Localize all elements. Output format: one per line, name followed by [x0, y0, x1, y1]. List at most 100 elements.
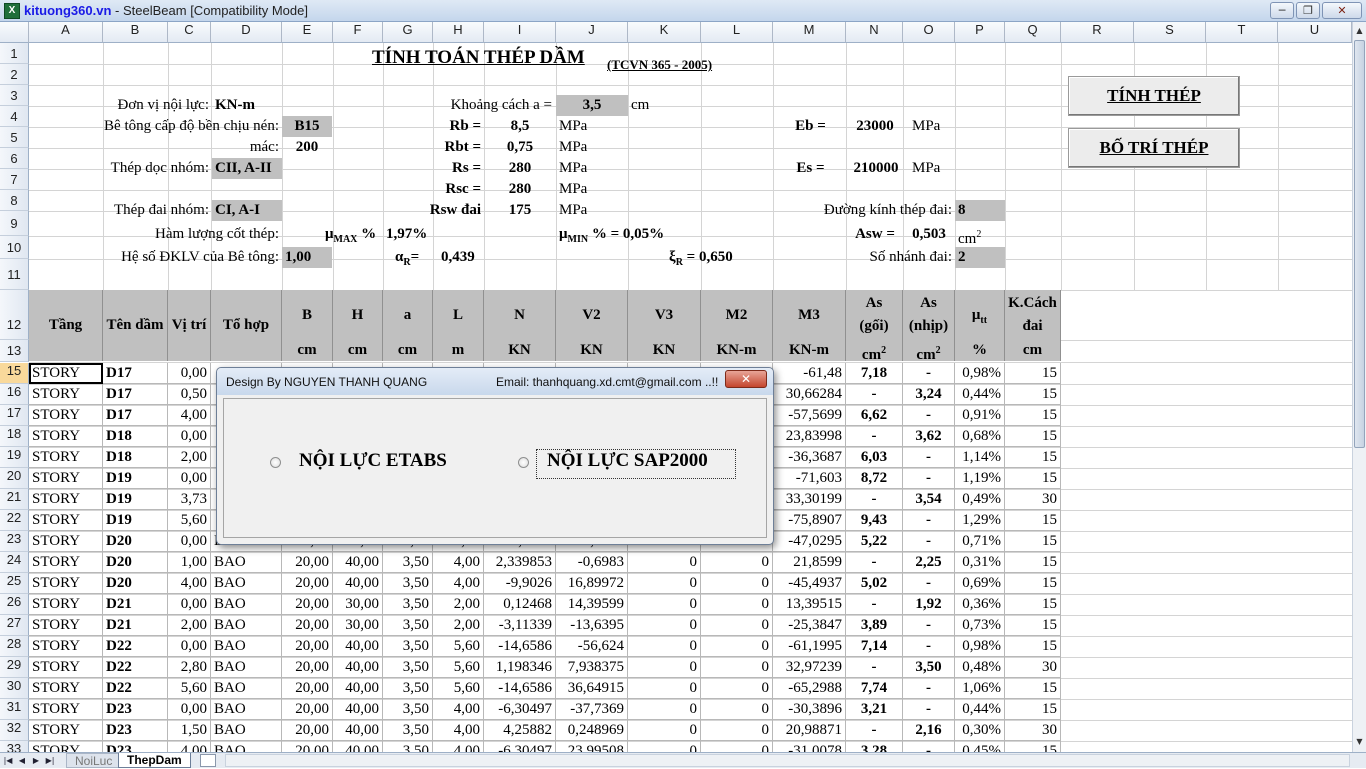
- table-cell-tang[interactable]: STORY: [29, 405, 103, 426]
- table-cell-asn[interactable]: -: [903, 615, 955, 636]
- row-header[interactable]: 8: [0, 190, 29, 211]
- table-cell-m3[interactable]: -47,0295: [773, 531, 846, 552]
- column-header[interactable]: E: [282, 22, 333, 43]
- column-header[interactable]: H: [433, 22, 484, 43]
- excel-app-icon[interactable]: X: [4, 3, 20, 19]
- row-header[interactable]: 9: [0, 211, 29, 236]
- row-header[interactable]: 27: [0, 615, 29, 636]
- table-cell-v2[interactable]: -37,7369: [556, 699, 628, 720]
- row-header[interactable]: 10: [0, 236, 29, 259]
- row-header[interactable]: 26: [0, 594, 29, 615]
- table-cell-kc[interactable]: 15: [1005, 363, 1061, 384]
- table-cell-tang[interactable]: STORY: [29, 489, 103, 510]
- table-cell-mu[interactable]: 1,14%: [955, 447, 1005, 468]
- table-cell-dam[interactable]: D20: [103, 573, 168, 594]
- row-header[interactable]: 2: [0, 64, 29, 85]
- row-header[interactable]: 1: [0, 43, 29, 64]
- table-cell-v3[interactable]: 0: [628, 615, 701, 636]
- table-cell-asg[interactable]: 6,03: [846, 447, 903, 468]
- table-cell-kc[interactable]: 15: [1005, 636, 1061, 657]
- table-cell-m3[interactable]: -45,4937: [773, 573, 846, 594]
- column-header[interactable]: B: [103, 22, 168, 43]
- don-vi-value[interactable]: KN-m: [212, 95, 282, 116]
- table-cell-v2[interactable]: 14,39599: [556, 594, 628, 615]
- table-cell-tang[interactable]: STORY: [29, 573, 103, 594]
- table-cell-dam[interactable]: D22: [103, 678, 168, 699]
- table-cell-dam[interactable]: D17: [103, 363, 168, 384]
- column-header[interactable]: K: [628, 22, 701, 43]
- table-cell-asn[interactable]: 2,25: [903, 552, 955, 573]
- row-header[interactable]: 15: [0, 363, 29, 384]
- table-cell-asn[interactable]: -: [903, 699, 955, 720]
- table-cell-vt[interactable]: 4,00: [168, 573, 211, 594]
- table-cell-n[interactable]: -9,9026: [484, 573, 556, 594]
- table-cell-kc[interactable]: 30: [1005, 720, 1061, 741]
- table-cell-n[interactable]: 2,339853: [484, 552, 556, 573]
- he-so-value[interactable]: 1,00: [282, 247, 332, 268]
- scroll-up-icon[interactable]: ▲: [1354, 23, 1365, 38]
- table-cell-asn[interactable]: 3,24: [903, 384, 955, 405]
- table-cell-m3[interactable]: -31,0078: [773, 741, 846, 752]
- table-cell-mu[interactable]: 0,91%: [955, 405, 1005, 426]
- column-header[interactable]: M: [773, 22, 846, 43]
- table-cell-a[interactable]: 3,50: [383, 573, 433, 594]
- last-sheet-icon[interactable]: ▶|: [44, 754, 56, 767]
- table-cell-l[interactable]: 4,00: [433, 573, 484, 594]
- row-header[interactable]: 33: [0, 741, 29, 752]
- column-header[interactable]: S: [1134, 22, 1206, 43]
- table-cell-mu[interactable]: 0,30%: [955, 720, 1005, 741]
- table-cell-l[interactable]: 5,60: [433, 678, 484, 699]
- table-cell-v2[interactable]: 7,938375: [556, 657, 628, 678]
- table-cell-b[interactable]: 20,00: [282, 699, 333, 720]
- table-cell-h[interactable]: 30,00: [333, 615, 383, 636]
- table-cell-m3[interactable]: 20,98871: [773, 720, 846, 741]
- table-cell-asn[interactable]: 2,16: [903, 720, 955, 741]
- row-header[interactable]: 25: [0, 573, 29, 594]
- column-header[interactable]: L: [701, 22, 773, 43]
- row-header[interactable]: 16: [0, 384, 29, 405]
- table-cell-m2[interactable]: 0: [701, 573, 773, 594]
- table-cell-h[interactable]: 40,00: [333, 573, 383, 594]
- table-cell-b[interactable]: 20,00: [282, 678, 333, 699]
- row-header[interactable]: 6: [0, 148, 29, 169]
- table-cell-v3[interactable]: 0: [628, 594, 701, 615]
- table-cell-dam[interactable]: D19: [103, 510, 168, 531]
- table-cell-a[interactable]: 3,50: [383, 657, 433, 678]
- table-cell-th[interactable]: BAO: [211, 678, 282, 699]
- table-cell-m3[interactable]: -61,48: [773, 363, 846, 384]
- table-cell-asg[interactable]: -: [846, 384, 903, 405]
- be-tong-value[interactable]: B15: [282, 116, 332, 137]
- column-header[interactable]: D: [211, 22, 282, 43]
- table-cell-m2[interactable]: 0: [701, 720, 773, 741]
- table-cell-vt[interactable]: 0,00: [168, 636, 211, 657]
- table-cell-th[interactable]: BAO: [211, 573, 282, 594]
- table-cell-mu[interactable]: 0,45%: [955, 741, 1005, 752]
- so-nhanh-value[interactable]: 2: [955, 247, 1005, 268]
- table-cell-asn[interactable]: -: [903, 405, 955, 426]
- table-cell-vt[interactable]: 1,00: [168, 552, 211, 573]
- table-cell-asn[interactable]: -: [903, 363, 955, 384]
- table-cell-asn[interactable]: 1,92: [903, 594, 955, 615]
- next-sheet-icon[interactable]: ▶: [30, 754, 42, 767]
- table-cell-m3[interactable]: 32,97239: [773, 657, 846, 678]
- table-cell-th[interactable]: BAO: [211, 636, 282, 657]
- close-window-button[interactable]: ✕: [1322, 2, 1362, 19]
- table-cell-m3[interactable]: -71,603: [773, 468, 846, 489]
- table-cell-asg[interactable]: -: [846, 657, 903, 678]
- table-cell-vt[interactable]: 0,00: [168, 699, 211, 720]
- row-header[interactable]: 31: [0, 699, 29, 720]
- table-cell-kc[interactable]: 15: [1005, 531, 1061, 552]
- table-cell-a[interactable]: 3,50: [383, 699, 433, 720]
- table-cell-mu[interactable]: 1,06%: [955, 678, 1005, 699]
- table-cell-vt[interactable]: 4,00: [168, 741, 211, 752]
- table-cell-l[interactable]: 4,00: [433, 720, 484, 741]
- thep-dai-value[interactable]: CI, A-I: [212, 200, 282, 221]
- table-cell-l[interactable]: 4,00: [433, 699, 484, 720]
- table-cell-b[interactable]: 20,00: [282, 741, 333, 752]
- table-cell-asn[interactable]: 3,62: [903, 426, 955, 447]
- table-cell-th[interactable]: BAO: [211, 720, 282, 741]
- table-cell-vt[interactable]: 0,00: [168, 426, 211, 447]
- table-cell-tang[interactable]: STORY: [29, 741, 103, 752]
- table-cell-a[interactable]: 3,50: [383, 594, 433, 615]
- duong-kinh-value[interactable]: 8: [955, 200, 1005, 221]
